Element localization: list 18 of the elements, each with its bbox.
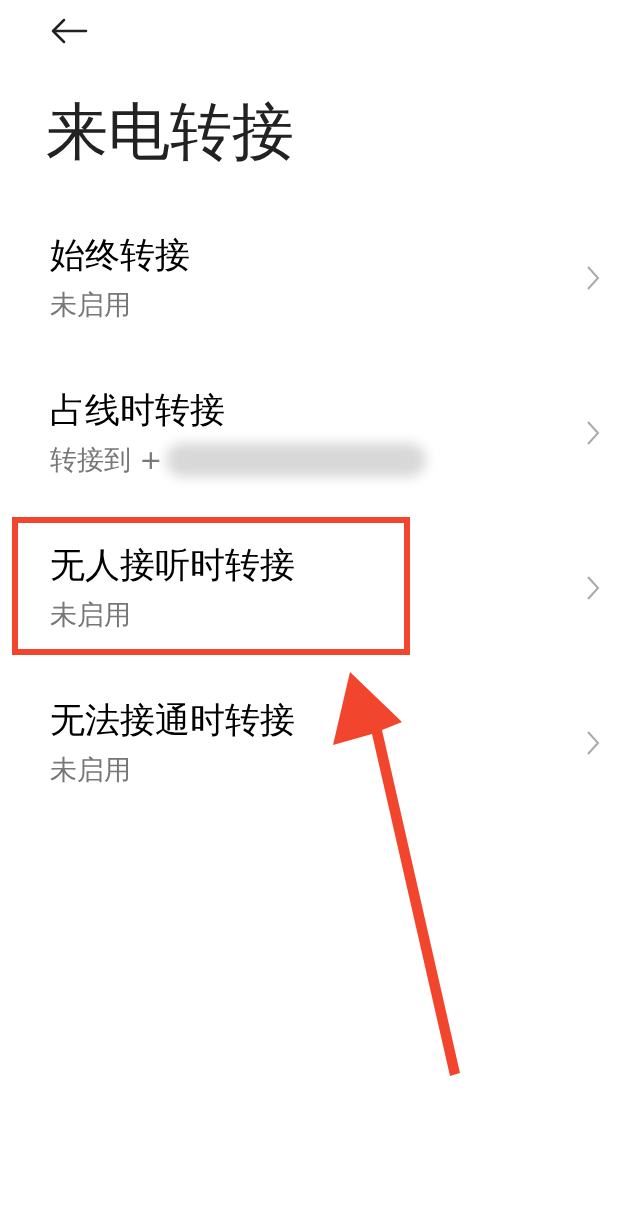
row-title: 始终转接: [50, 233, 191, 277]
settings-row[interactable]: 始终转接 未启用: [0, 200, 640, 355]
chevron-right-icon: [586, 729, 600, 756]
settings-row[interactable]: 无人接听时转接 未启用: [0, 510, 640, 665]
chevron-right-icon: [586, 574, 600, 601]
row-subtitle: 未启用: [50, 597, 131, 632]
row-title: 占线时转接: [50, 388, 226, 432]
page-title: 来电转接: [46, 94, 294, 170]
settings-row[interactable]: 无法接通时转接 未启用: [0, 665, 640, 820]
row-title: 无人接听时转接: [50, 543, 296, 587]
back-icon[interactable]: [50, 18, 88, 44]
row-subtitle: 转接到 +: [50, 442, 163, 477]
settings-row[interactable]: 占线时转接 转接到 +: [0, 355, 640, 510]
row-title: 无法接通时转接: [50, 698, 296, 742]
row-subtitle: 未启用: [50, 287, 131, 322]
row-subtitle: 未启用: [50, 752, 131, 787]
chevron-right-icon: [586, 264, 600, 291]
chevron-right-icon: [586, 419, 600, 446]
